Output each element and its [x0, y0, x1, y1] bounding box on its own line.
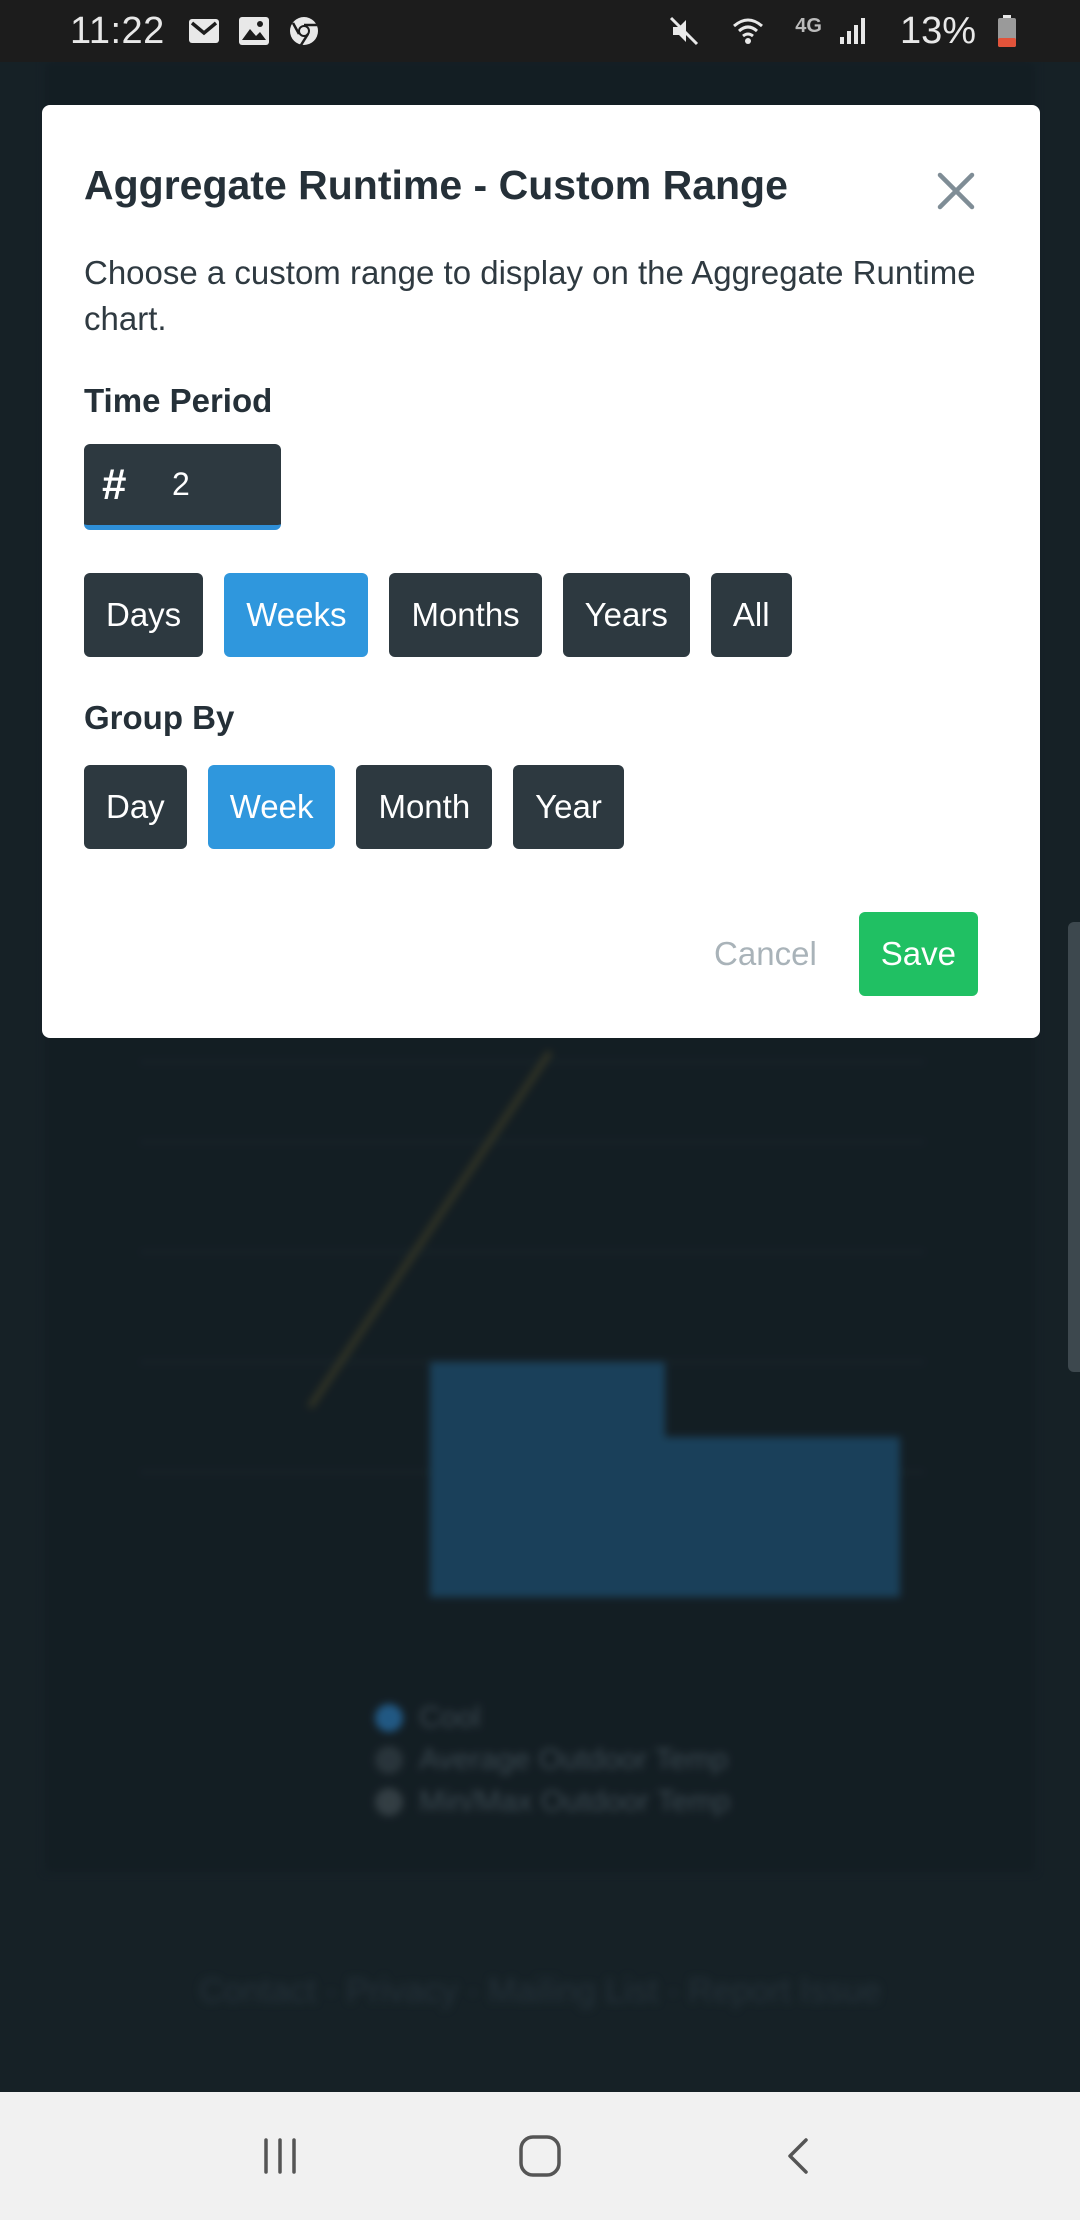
mute-icon [667, 14, 701, 48]
home-icon [519, 2135, 561, 2177]
group-day-button[interactable]: Day [84, 765, 187, 850]
navigation-bar [0, 2092, 1080, 2220]
save-button[interactable]: Save [858, 912, 978, 996]
period-all-button[interactable]: All [710, 573, 792, 658]
group-by-options: Day Week Month Year [84, 765, 998, 850]
period-weeks-button[interactable]: Weeks [224, 573, 369, 658]
status-time: 11:22 [70, 9, 165, 52]
status-bar: 11:22 4G 13% [0, 0, 1080, 62]
modal-actions: Cancel Save [714, 912, 978, 996]
time-period-number-field[interactable]: # [84, 444, 281, 531]
period-days-button[interactable]: Days [84, 573, 204, 658]
chrome-icon [287, 14, 321, 48]
gallery-icon [237, 14, 271, 48]
cancel-button[interactable]: Cancel [714, 935, 817, 973]
period-years-button[interactable]: Years [562, 573, 690, 658]
modal-title: Aggregate Runtime - Custom Range [84, 162, 788, 208]
recent-apps-button[interactable] [240, 2116, 320, 2196]
recent-apps-icon [264, 2138, 296, 2174]
hash-icon: # [102, 459, 127, 509]
time-period-options: Days Weeks Months Years All [84, 573, 998, 658]
close-icon [937, 172, 975, 210]
group-week-button[interactable]: Week [207, 765, 336, 850]
close-button[interactable] [932, 167, 980, 215]
home-button[interactable] [500, 2116, 580, 2196]
back-icon [788, 2138, 808, 2174]
signal-icon [836, 14, 870, 48]
network-type-label: 4G [795, 14, 822, 37]
battery-percent: 13% [899, 9, 976, 52]
gmail-icon [187, 14, 221, 48]
group-by-label: Group By [84, 699, 235, 737]
modal-description: Choose a custom range to display on the … [84, 254, 976, 338]
time-period-input[interactable] [172, 466, 262, 504]
back-button[interactable] [760, 2116, 840, 2196]
status-right-group: 4G 13% [667, 10, 1040, 53]
group-year-button[interactable]: Year [513, 765, 624, 850]
battery-icon [990, 14, 1024, 48]
custom-range-modal: Aggregate Runtime - Custom Range Choose … [42, 105, 1040, 1038]
period-months-button[interactable]: Months [389, 573, 542, 658]
group-month-button[interactable]: Month [356, 765, 493, 850]
time-period-label: Time Period [84, 382, 273, 420]
wifi-icon [731, 14, 765, 48]
